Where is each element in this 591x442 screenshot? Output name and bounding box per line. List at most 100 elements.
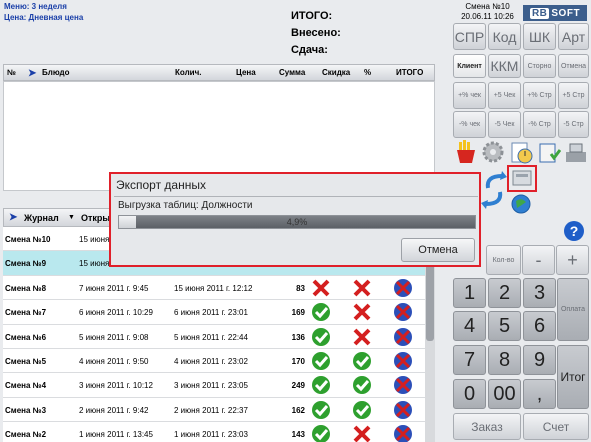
row-open-time: 7 июня 2011 г. 9:45 xyxy=(79,283,149,293)
journal-row[interactable]: Смена №8 7 июня 2011 г. 9:45 15 июня 2011 … xyxy=(3,276,425,301)
spr-button[interactable]: СПР xyxy=(453,23,486,50)
order-button[interactable]: Заказ xyxy=(453,413,521,440)
delete-globe-icon[interactable] xyxy=(393,278,413,298)
minus5-line-button[interactable]: -5 Стр xyxy=(558,111,589,138)
shift-number: Смена №10 xyxy=(465,2,510,11)
journal-row[interactable]: Смена №2 1 июня 2011 г. 13:45 1 июня 2011 … xyxy=(3,422,425,442)
logo: RB SOFT xyxy=(523,5,587,21)
digit-3[interactable]: 3 xyxy=(523,278,556,308)
total-button[interactable]: Итог xyxy=(557,345,589,409)
journal-row[interactable]: Смена №3 2 июня 2011 г. 9:42 2 июня 2011 г… xyxy=(3,398,425,423)
col-discount: Скидка xyxy=(322,68,351,77)
delete-globe-icon[interactable] xyxy=(393,351,413,371)
dialog-status: Выгрузка таблиц: Должности xyxy=(118,200,253,211)
cash-register-icon[interactable] xyxy=(564,140,588,164)
delete-globe-icon[interactable] xyxy=(393,424,413,442)
row-close-time: 3 июня 2011 г. 23:05 xyxy=(174,381,248,391)
digit-6[interactable]: 6 xyxy=(523,311,556,341)
row-shift-name: Смена №3 xyxy=(5,405,47,415)
delete-globe-icon[interactable] xyxy=(393,400,413,420)
row-shift-name: Смена №4 xyxy=(5,381,47,391)
col-number: № xyxy=(7,68,16,77)
delete-globe-icon[interactable] xyxy=(393,302,413,322)
minus-button[interactable]: - xyxy=(522,245,555,275)
plus-pct-line-button[interactable]: +% Стр xyxy=(523,82,556,109)
row-open-time: 15 июня xyxy=(79,259,110,269)
cancel-order-button[interactable]: Отмена xyxy=(558,54,589,78)
sync-icon[interactable] xyxy=(480,170,508,210)
export-highlight xyxy=(507,165,537,192)
digit-00[interactable]: 00 xyxy=(488,379,521,409)
row-open-time: 5 июня 2011 г. 9:08 xyxy=(79,332,149,342)
dialog-cancel-button[interactable]: Отмена xyxy=(401,238,475,262)
qty-button[interactable]: Кол-во xyxy=(486,245,521,275)
col-dish[interactable]: Блюдо xyxy=(42,68,70,77)
storno-button[interactable]: Сторно xyxy=(523,54,556,78)
digit-comma[interactable]: , xyxy=(523,379,556,409)
delete-globe-icon[interactable] xyxy=(393,327,413,347)
digit-1[interactable]: 1 xyxy=(453,278,486,308)
fries-icon[interactable] xyxy=(455,140,477,164)
row-sum: 249 xyxy=(291,381,305,391)
check-icon xyxy=(352,375,372,395)
bill-button[interactable]: Счет xyxy=(523,413,589,440)
row-shift-name: Смена №7 xyxy=(5,308,47,318)
datetime: 20.06.11 10:26 xyxy=(461,12,514,21)
row-sum: 83 xyxy=(296,283,305,293)
chevron-down-icon[interactable]: ▼ xyxy=(68,214,75,221)
info-globe-icon[interactable] xyxy=(509,193,533,215)
app-window: Меню: 3 неделя Цена: Дневная цена ИТОГО:… xyxy=(0,0,591,442)
row-open-time: 15 июня xyxy=(79,235,110,244)
journal-dropdown[interactable]: Журнал xyxy=(24,213,59,223)
dish-icon: ➤ xyxy=(28,68,37,79)
delete-globe-icon[interactable] xyxy=(393,375,413,395)
client-button[interactable]: Клиент xyxy=(453,54,486,78)
minus5-check-button[interactable]: -5 Чек xyxy=(488,111,521,138)
logo-a: RB xyxy=(529,7,550,19)
minus-pct-check-button[interactable]: -% чек xyxy=(453,111,486,138)
plus-button[interactable]: + xyxy=(556,245,589,275)
barcode-button[interactable]: ШК xyxy=(523,23,556,50)
payment-button[interactable]: Оплата xyxy=(557,278,589,341)
plus5-check-button[interactable]: +5 Чек xyxy=(488,82,521,109)
progress-label: 4,9% xyxy=(286,217,308,227)
row-sum: 143 xyxy=(291,430,305,440)
col-percent: % xyxy=(364,68,372,77)
menu-info: Меню: 3 неделя xyxy=(4,2,67,11)
check-icon xyxy=(311,400,331,420)
cross-icon xyxy=(311,278,331,298)
digit-8[interactable]: 8 xyxy=(488,345,521,375)
article-button[interactable]: Арт xyxy=(558,23,589,50)
row-close-time: 5 июня 2011 г. 22:44 xyxy=(174,332,248,342)
row-open-time: 1 июня 2011 г. 13:45 xyxy=(79,430,153,440)
help-icon[interactable]: ? xyxy=(564,221,584,241)
check-icon xyxy=(311,327,331,347)
col-price: Цена xyxy=(236,68,256,77)
col-total: ИТОГО xyxy=(396,68,424,77)
digit-2[interactable]: 2 xyxy=(488,278,521,308)
digit-0[interactable]: 0 xyxy=(453,379,486,409)
row-open-time: 3 июня 2011 г. 10:12 xyxy=(79,381,153,391)
digit-9[interactable]: 9 xyxy=(523,345,556,375)
row-close-time: 6 июня 2011 г. 23:01 xyxy=(174,308,248,318)
gear-icon[interactable] xyxy=(481,140,505,164)
code-button[interactable]: Код xyxy=(488,23,521,50)
digit-5[interactable]: 5 xyxy=(488,311,521,341)
journal-row[interactable]: Смена №5 4 июня 2011 г. 9:50 4 июня 2011 г… xyxy=(3,349,425,374)
plus-pct-check-button[interactable]: +% чек xyxy=(453,82,486,109)
kkm-button[interactable]: ККМ xyxy=(488,54,521,78)
journal-row[interactable]: Смена №7 6 июня 2011 г. 10:29 6 июня 2011 … xyxy=(3,300,425,325)
logo-b: SOFT xyxy=(551,7,581,19)
journal-row[interactable]: Смена №4 3 июня 2011 г. 10:12 3 июня 2011 … xyxy=(3,373,425,398)
digit-7[interactable]: 7 xyxy=(453,345,486,375)
row-shift-name: Смена №8 xyxy=(5,283,47,293)
row-open-time: 4 июня 2011 г. 9:50 xyxy=(79,356,149,366)
minus-pct-line-button[interactable]: -% Стр xyxy=(523,111,556,138)
order-table-header: № ➤ Блюдо Колич. Цена Сумма Скидка % ИТО… xyxy=(3,64,435,81)
journal-row[interactable]: Смена №6 5 июня 2011 г. 9:08 5 июня 2011 г… xyxy=(3,325,425,349)
clock-clipboard-icon[interactable] xyxy=(509,140,533,164)
clipboard-check-icon[interactable] xyxy=(537,140,562,164)
digit-4[interactable]: 4 xyxy=(453,311,486,341)
row-sum: 162 xyxy=(291,405,305,415)
plus5-line-button[interactable]: +5 Стр xyxy=(558,82,589,109)
